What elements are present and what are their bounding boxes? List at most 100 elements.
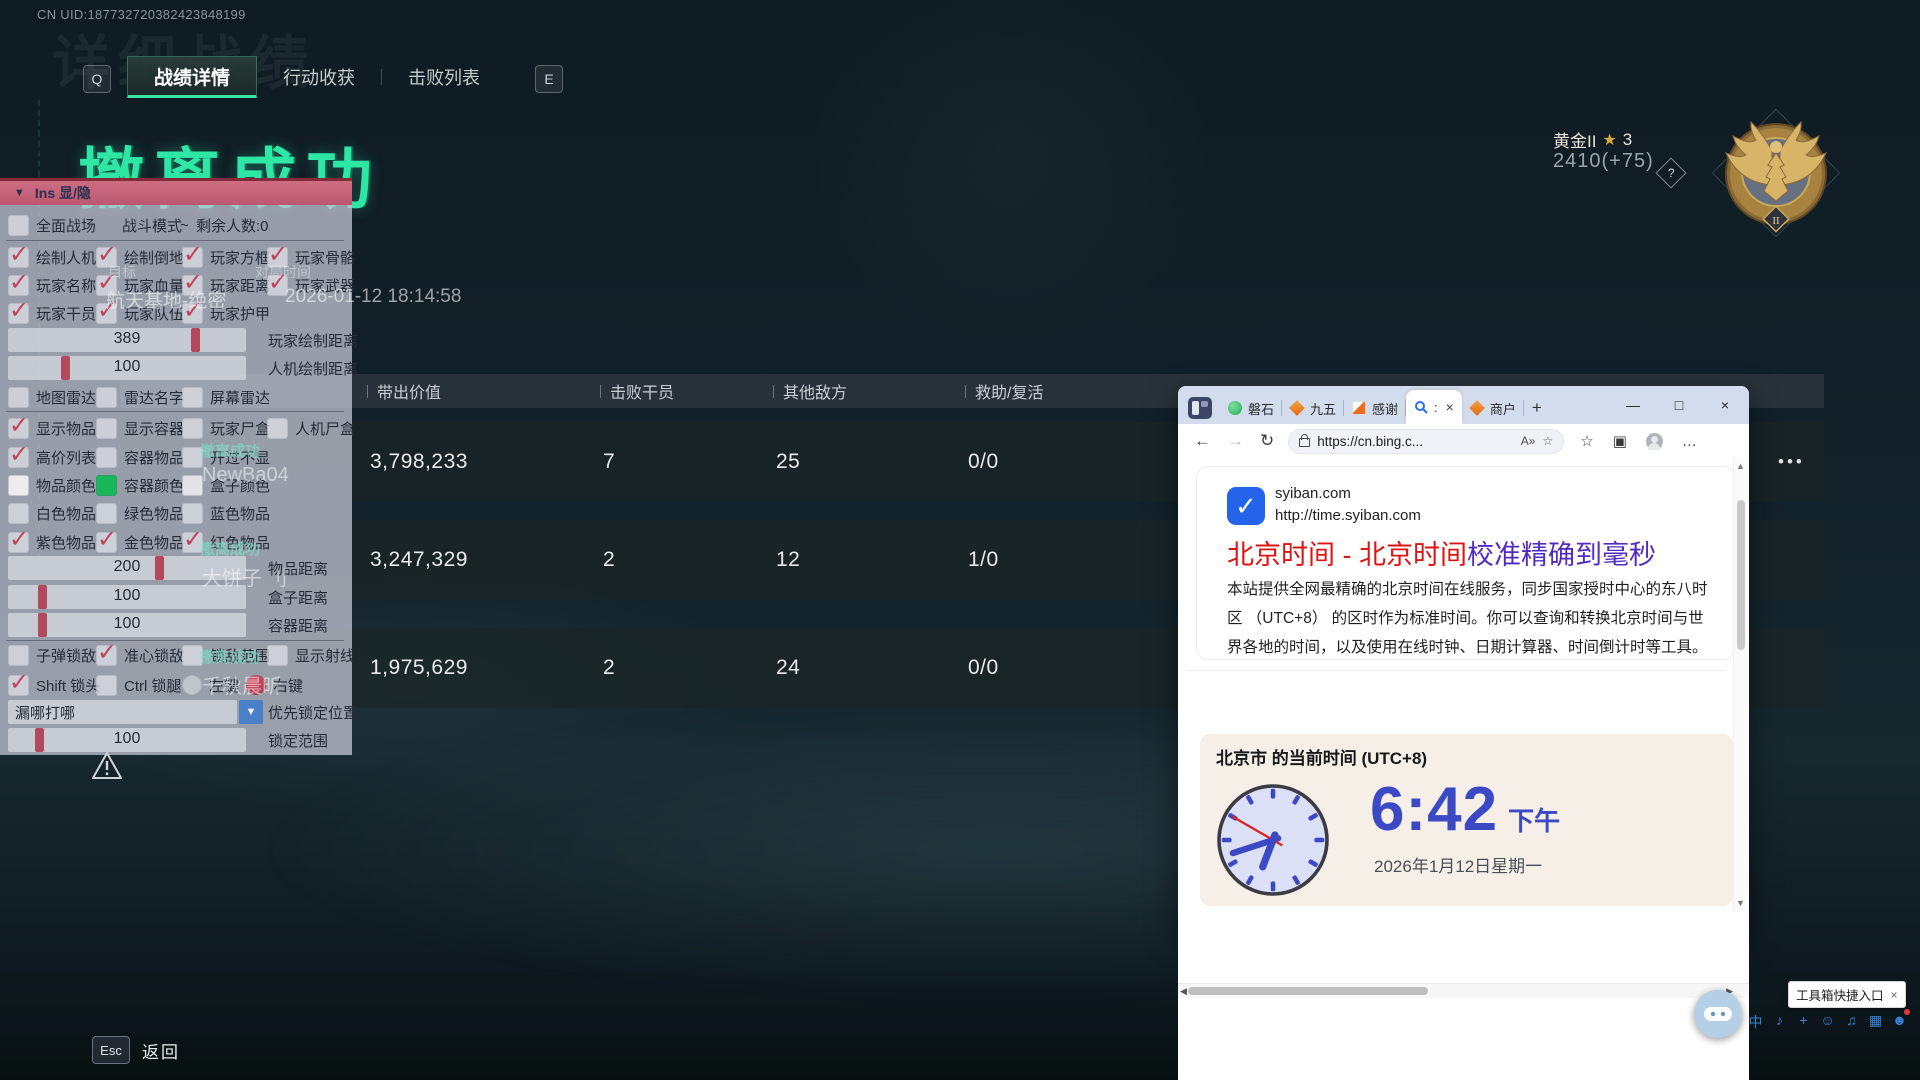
cheat-menu-header[interactable]: ▼ Ins 显/隐 — [0, 178, 352, 205]
menu-checkbox[interactable]: ✓绘制人机 — [8, 246, 96, 268]
menu-slider[interactable]: 389 — [8, 328, 246, 352]
menu-checkbox[interactable]: ✓玩家血量 — [96, 274, 184, 296]
horizontal-scrollbar[interactable]: ◀ ▶ — [1178, 983, 1749, 998]
menu-slider[interactable]: 200 — [8, 556, 246, 580]
forward-icon[interactable]: → — [1227, 431, 1244, 451]
collections-icon[interactable]: ▣ — [1613, 432, 1627, 450]
scroll-down-icon[interactable]: ▼ — [1736, 898, 1745, 908]
menu-slider[interactable]: 100 — [8, 356, 246, 380]
menu-checkbox[interactable]: 显示容器 — [96, 417, 184, 439]
menu-checkbox[interactable]: ✓准心锁敌 — [96, 644, 184, 666]
menu-checkbox[interactable]: 锁敌范围 — [182, 644, 270, 666]
menu-checkbox[interactable]: 屏幕雷达 — [182, 386, 270, 408]
green-site-icon — [1228, 401, 1242, 415]
result-title-highlight[interactable]: 北京时间 - 北京时间 — [1227, 540, 1467, 570]
tools-icon[interactable]: + — [1796, 1012, 1811, 1032]
floating-assistant-button[interactable] — [1694, 990, 1742, 1038]
menu-checkbox[interactable]: ✓玩家方框 — [182, 246, 270, 268]
address-bar[interactable]: https://cn.bing.c... A» ☆ — [1288, 429, 1564, 454]
grid-icon[interactable]: ▦ — [1868, 1012, 1883, 1032]
vertical-scrollbar[interactable]: ▲ ▼ — [1733, 458, 1748, 911]
refresh-icon[interactable]: ↻ — [1260, 431, 1274, 451]
menu-checkbox[interactable]: 白色物品 — [8, 502, 96, 524]
result-title-rest[interactable]: 校准精确到毫秒 — [1467, 540, 1656, 570]
maximize-icon[interactable]: □ — [1659, 386, 1699, 424]
profile-icon[interactable]: ☻ — [1892, 1012, 1907, 1032]
voice-icon[interactable]: ♪ — [1772, 1012, 1787, 1032]
rank-help-icon[interactable]: ? — [1655, 157, 1686, 188]
tab-2[interactable]: 击败列表 — [382, 56, 506, 98]
add-favorite-icon[interactable]: ☆ — [1542, 434, 1553, 448]
read-aloud-icon[interactable]: A» — [1521, 434, 1536, 448]
minimize-icon[interactable]: — — [1613, 386, 1653, 424]
collapse-icon[interactable]: ▼ — [14, 187, 25, 199]
favorites-icon[interactable]: ☆ — [1580, 432, 1593, 450]
return-control[interactable]: Esc 返回 — [92, 1036, 180, 1064]
menu-checkbox[interactable]: ✓紫色物品 — [8, 531, 96, 553]
browser-tab-0[interactable]: 磐石 — [1220, 392, 1282, 424]
menu-checkbox[interactable]: ✓玩家队伍 — [96, 302, 184, 324]
menu-slider[interactable]: 100 — [8, 613, 246, 637]
tab-1[interactable]: 行动收获 — [257, 56, 381, 98]
browser-tab-4[interactable]: 商户 — [1462, 392, 1524, 424]
menu-checkbox[interactable]: ✓显示物品 — [8, 417, 96, 439]
dropdown-arrow-icon[interactable]: ▼ — [239, 700, 263, 724]
menu-checkbox[interactable]: ✓高价列表 — [8, 446, 96, 468]
horizontal-scroll-thumb[interactable] — [1188, 987, 1428, 995]
more-menu-icon[interactable]: … — [1682, 433, 1697, 450]
menu-checkbox[interactable]: ✓玩家名称 — [8, 274, 96, 296]
menu-checkbox[interactable]: 显示射线 — [267, 644, 355, 666]
slider-label: 容器距离 — [268, 615, 328, 636]
close-window-icon[interactable]: × — [1705, 386, 1745, 424]
menu-checkbox[interactable]: ✓玩家武器 — [267, 274, 355, 296]
tab-0[interactable]: 战绩详情 — [127, 56, 257, 98]
browser-tab-3[interactable]: :× — [1406, 390, 1462, 424]
menu-radio[interactable]: 左键 — [182, 674, 239, 696]
url-text[interactable]: https://cn.bing.c... — [1317, 434, 1514, 449]
menu-checkbox[interactable]: Ctrl 锁腿 — [96, 674, 182, 696]
browser-tab-2[interactable]: 感谢 — [1344, 392, 1406, 424]
scroll-up-icon[interactable]: ▲ — [1736, 461, 1745, 471]
tab-close-icon[interactable]: × — [1446, 399, 1454, 415]
menu-checkbox[interactable]: ✓玩家距离 — [182, 274, 270, 296]
menu-checkbox[interactable]: 子弹锁敌 — [8, 644, 96, 666]
menu-color-swatch[interactable]: 盒子颜色 — [182, 474, 270, 496]
menu-checkbox[interactable]: ✓红色物品 — [182, 531, 270, 553]
menu-checkbox[interactable]: ✓绘制倒地 — [96, 246, 184, 268]
menu-color-swatch[interactable]: 物品颜色 — [8, 474, 96, 496]
result-title-link[interactable]: 北京时间 - 北京时间校准精确到毫秒 — [1227, 533, 1656, 572]
menu-radio[interactable]: 右键 — [246, 674, 303, 696]
menu-checkbox[interactable]: ✓金色物品 — [96, 531, 184, 553]
menu-checkbox[interactable]: 雷达名字 — [96, 386, 184, 408]
new-tab-icon[interactable]: + — [1532, 398, 1542, 418]
menu-checkbox[interactable]: 开过不显 — [182, 446, 270, 468]
result-site-url[interactable]: http://time.syiban.com — [1275, 507, 1421, 524]
aim-priority-dropdown[interactable]: 漏哪打哪 — [8, 700, 237, 724]
menu-checkbox[interactable]: 玩家尸盒 — [182, 417, 270, 439]
sound-icon[interactable]: ♫ — [1844, 1012, 1859, 1032]
menu-checkbox[interactable]: 蓝色物品 — [182, 502, 270, 524]
menu-checkbox[interactable]: 绿色物品 — [96, 502, 184, 524]
menu-checkbox[interactable]: ✓Shift 锁头 — [8, 674, 100, 696]
menu-checkbox[interactable]: 容器物品 — [96, 446, 184, 468]
emoji-icon[interactable]: ☺ — [1820, 1012, 1835, 1032]
menu-slider[interactable]: 100 — [8, 728, 246, 752]
result-site-name[interactable]: syiban.com — [1275, 485, 1351, 502]
profile-avatar[interactable] — [1646, 433, 1663, 450]
back-icon[interactable]: ← — [1194, 431, 1211, 451]
menu-color-swatch[interactable]: 容器颜色 — [96, 474, 184, 496]
menu-checkbox[interactable]: ✓玩家干员 — [8, 302, 96, 324]
row-menu-button[interactable]: ••• — [1778, 452, 1805, 472]
menu-checkbox[interactable]: 人机尸盒 — [267, 417, 355, 439]
menu-checkbox[interactable]: 地图雷达 — [8, 386, 96, 408]
translate-icon[interactable]: 中 — [1748, 1012, 1763, 1032]
scroll-left-icon[interactable]: ◀ — [1180, 986, 1187, 997]
workspaces-icon[interactable] — [1188, 397, 1212, 419]
browser-tab-1[interactable]: 九五 — [1282, 392, 1344, 424]
vertical-scroll-thumb[interactable] — [1737, 500, 1745, 650]
menu-checkbox[interactable]: ✓玩家护甲 — [182, 302, 270, 324]
tooltip-close-icon[interactable]: × — [1891, 988, 1898, 1002]
menu-slider[interactable]: 100 — [8, 585, 246, 609]
menu-checkbox[interactable]: 全面战场 — [8, 214, 96, 236]
menu-checkbox[interactable]: ✓玩家骨骼 — [267, 246, 355, 268]
